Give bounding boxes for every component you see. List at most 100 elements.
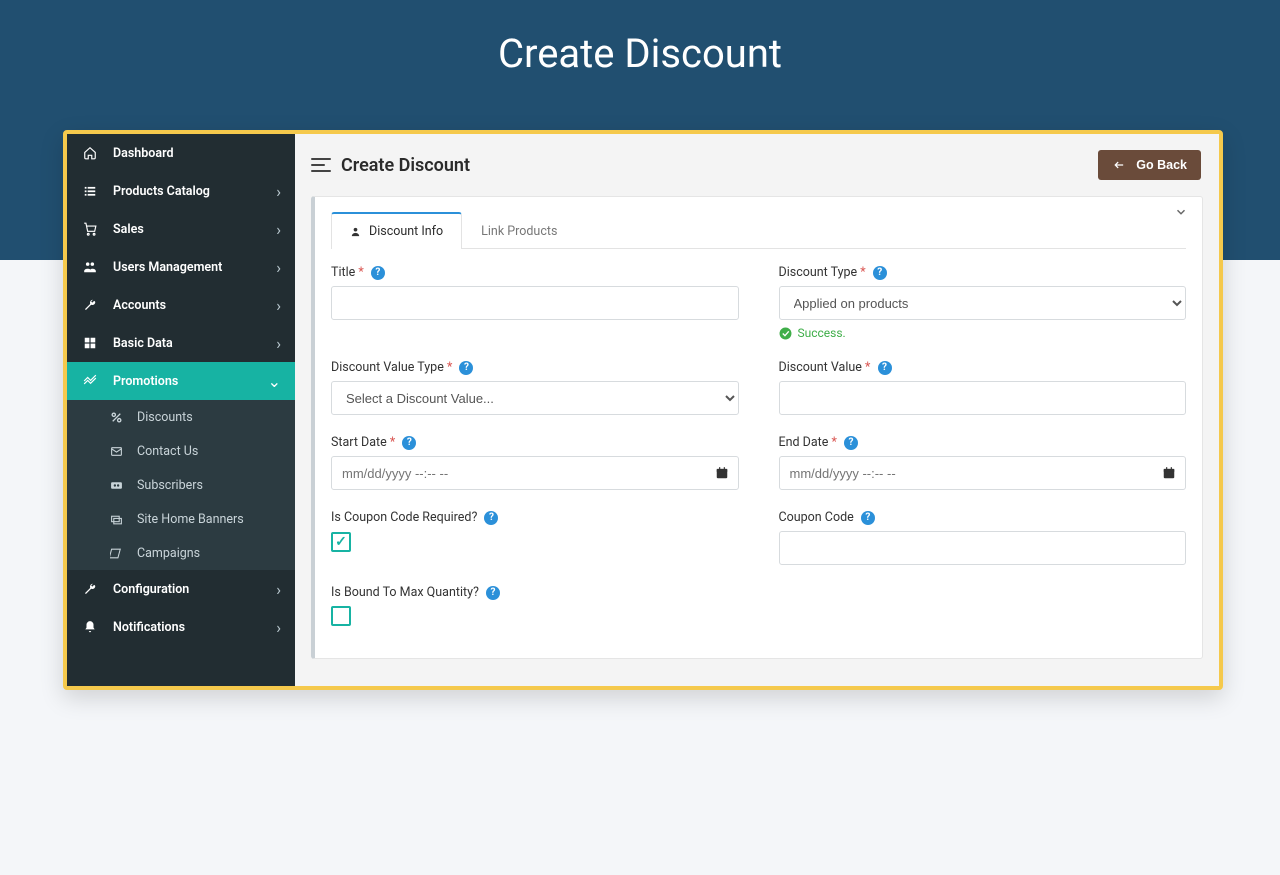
title-input[interactable] bbox=[331, 286, 739, 320]
help-icon[interactable]: ? bbox=[861, 511, 875, 525]
required-mark: * bbox=[865, 360, 870, 375]
sidebar-subitem-contact-us[interactable]: Contact Us bbox=[67, 434, 295, 468]
start-date-input[interactable] bbox=[331, 456, 739, 490]
form-card: Discount Info Link Products Title * ? bbox=[311, 196, 1203, 659]
percent-icon bbox=[107, 411, 125, 424]
sidebar-item-configuration[interactable]: Configuration bbox=[67, 570, 295, 608]
mail-icon bbox=[107, 445, 125, 458]
help-icon[interactable]: ? bbox=[878, 361, 892, 375]
label-start-date: Start Date * ? bbox=[331, 435, 739, 450]
sidebar-item-label: Accounts bbox=[113, 298, 276, 313]
required-mark: * bbox=[358, 265, 363, 280]
success-text: Success. bbox=[798, 326, 846, 340]
users-icon bbox=[81, 260, 99, 274]
discount-value-type-select[interactable]: Select a Discount Value... bbox=[331, 381, 739, 415]
coupon-required-checkbox[interactable] bbox=[331, 532, 351, 552]
sidebar-subitem-label: Discounts bbox=[137, 410, 193, 425]
chevron-down-icon[interactable] bbox=[1174, 205, 1188, 219]
sidebar-item-label: Basic Data bbox=[113, 336, 276, 351]
label-bound-max: Is Bound To Max Quantity? ? bbox=[331, 585, 739, 600]
bound-max-checkbox[interactable] bbox=[331, 606, 351, 626]
required-mark: * bbox=[860, 265, 865, 280]
sidebar-item-accounts[interactable]: Accounts bbox=[67, 286, 295, 324]
label-coupon-code: Coupon Code ? bbox=[779, 510, 1187, 525]
sidebar-item-label: Dashboard bbox=[113, 146, 281, 161]
label-discount-type: Discount Type * ? bbox=[779, 265, 1187, 280]
help-icon[interactable]: ? bbox=[873, 266, 887, 280]
menu-toggle-icon[interactable] bbox=[311, 158, 331, 172]
wrench-icon bbox=[81, 582, 99, 596]
banner-icon bbox=[107, 513, 125, 526]
sidebar-subitem-label: Site Home Banners bbox=[137, 512, 244, 527]
tab-link-products[interactable]: Link Products bbox=[462, 212, 576, 249]
sidebar: Dashboard Products Catalog Sales Users M… bbox=[67, 134, 295, 686]
field-bound-max-quantity: Is Bound To Max Quantity? ? bbox=[331, 585, 739, 630]
help-icon[interactable]: ? bbox=[486, 586, 500, 600]
label-end-date: End Date * ? bbox=[779, 435, 1187, 450]
wrench-icon bbox=[81, 298, 99, 312]
discount-value-input[interactable] bbox=[779, 381, 1187, 415]
screenshot-frame: Dashboard Products Catalog Sales Users M… bbox=[63, 130, 1223, 690]
main-area: Create Discount Go Back Discount Info bbox=[295, 134, 1219, 686]
trend-icon bbox=[81, 374, 99, 388]
tab-label: Discount Info bbox=[369, 224, 443, 239]
sidebar-subitem-label: Contact Us bbox=[137, 444, 198, 459]
success-message: Success. bbox=[779, 326, 1187, 340]
bell-icon bbox=[81, 620, 99, 634]
field-discount-value-type: Discount Value Type * ? Select a Discoun… bbox=[331, 360, 739, 415]
help-icon[interactable]: ? bbox=[402, 436, 416, 450]
field-coupon-code: Coupon Code ? bbox=[779, 510, 1187, 565]
campaign-icon bbox=[107, 547, 125, 560]
sidebar-subitem-subscribers[interactable]: Subscribers bbox=[67, 468, 295, 502]
tab-label: Link Products bbox=[481, 224, 557, 239]
content-scroll[interactable]: Discount Info Link Products Title * ? bbox=[295, 196, 1219, 686]
field-coupon-required: Is Coupon Code Required? ? bbox=[331, 510, 739, 565]
tab-discount-info[interactable]: Discount Info bbox=[331, 212, 462, 249]
sidebar-subitem-discounts[interactable]: Discounts bbox=[67, 400, 295, 434]
field-title: Title * ? bbox=[331, 265, 739, 340]
topbar: Create Discount Go Back bbox=[295, 134, 1219, 196]
label-discount-value: Discount Value * ? bbox=[779, 360, 1187, 375]
sidebar-item-label: Users Management bbox=[113, 260, 276, 275]
help-icon[interactable]: ? bbox=[844, 436, 858, 450]
tabs: Discount Info Link Products bbox=[331, 211, 1186, 249]
sidebar-item-sales[interactable]: Sales bbox=[67, 210, 295, 248]
grid-icon bbox=[81, 336, 99, 350]
label-title: Title * ? bbox=[331, 265, 739, 280]
sidebar-item-basic-data[interactable]: Basic Data bbox=[67, 324, 295, 362]
sidebar-submenu-promotions: Discounts Contact Us Subscribers Site Ho… bbox=[67, 400, 295, 570]
sidebar-subitem-campaigns[interactable]: Campaigns bbox=[67, 536, 295, 570]
sidebar-subitem-site-home-banners[interactable]: Site Home Banners bbox=[67, 502, 295, 536]
page-title: Create Discount bbox=[341, 155, 470, 176]
person-icon bbox=[350, 226, 361, 237]
discount-type-select[interactable]: Applied on products bbox=[779, 286, 1187, 320]
required-mark: * bbox=[832, 435, 837, 450]
sidebar-subitem-label: Campaigns bbox=[137, 546, 200, 561]
sidebar-item-notifications[interactable]: Notifications bbox=[67, 608, 295, 646]
help-icon[interactable]: ? bbox=[459, 361, 473, 375]
sidebar-item-dashboard[interactable]: Dashboard bbox=[67, 134, 295, 172]
end-date-input[interactable] bbox=[779, 456, 1187, 490]
sidebar-item-promotions[interactable]: Promotions bbox=[67, 362, 295, 400]
go-back-button[interactable]: Go Back bbox=[1098, 150, 1201, 180]
sidebar-item-label: Promotions bbox=[113, 374, 268, 389]
go-back-label: Go Back bbox=[1136, 158, 1187, 172]
coupon-code-input[interactable] bbox=[779, 531, 1187, 565]
sidebar-item-users-management[interactable]: Users Management bbox=[67, 248, 295, 286]
sidebar-item-label: Notifications bbox=[113, 620, 276, 635]
sidebar-item-label: Products Catalog bbox=[113, 184, 276, 199]
field-discount-type: Discount Type * ? Applied on products Su… bbox=[779, 265, 1187, 340]
field-end-date: End Date * ? bbox=[779, 435, 1187, 490]
check-circle-icon bbox=[779, 327, 792, 340]
hero-title: Create Discount bbox=[0, 30, 1280, 77]
help-icon[interactable]: ? bbox=[371, 266, 385, 280]
label-coupon-required: Is Coupon Code Required? ? bbox=[331, 510, 739, 525]
required-mark: * bbox=[390, 435, 395, 450]
sidebar-item-label: Sales bbox=[113, 222, 276, 237]
sidebar-subitem-label: Subscribers bbox=[137, 478, 203, 493]
arrow-left-icon bbox=[1112, 160, 1126, 170]
sidebar-item-products-catalog[interactable]: Products Catalog bbox=[67, 172, 295, 210]
cart-icon bbox=[81, 222, 99, 236]
field-discount-value: Discount Value * ? bbox=[779, 360, 1187, 415]
help-icon[interactable]: ? bbox=[484, 511, 498, 525]
